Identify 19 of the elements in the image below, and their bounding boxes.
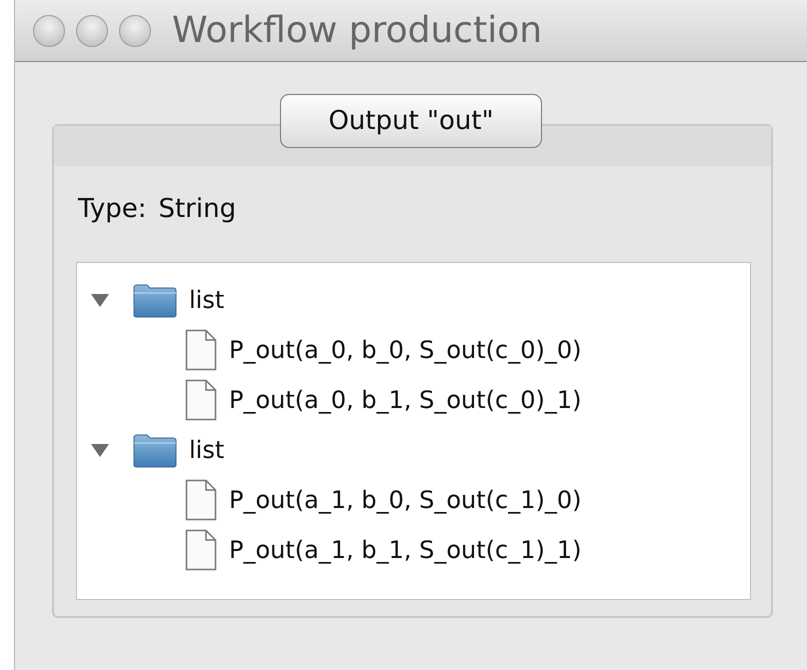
document-icon [185,479,217,521]
document-icon [185,379,217,421]
zoom-button[interactable] [119,14,151,46]
folder-icon [133,432,177,468]
minimize-button[interactable] [76,14,108,46]
output-button[interactable]: Output "out" [280,94,542,148]
close-button[interactable] [33,14,65,46]
tree-item[interactable]: P_out(a_1, b_0, S_out(c_1)_0) [229,486,582,514]
document-icon [185,329,217,371]
window-title: Workflow production [172,10,542,51]
tree-item[interactable]: list [189,436,224,464]
type-label: Type: [78,194,146,226]
type-value: String [158,194,236,226]
tree-item[interactable]: P_out(a_0, b_0, S_out(c_0)_0) [229,336,582,364]
tree-item[interactable]: P_out(a_0, b_1, S_out(c_0)_1) [229,386,582,414]
document-icon [185,529,217,571]
tree-item[interactable]: P_out(a_1, b_1, S_out(c_1)_1) [229,536,582,564]
folder-icon [133,282,177,318]
tree-item[interactable]: list [189,286,224,314]
